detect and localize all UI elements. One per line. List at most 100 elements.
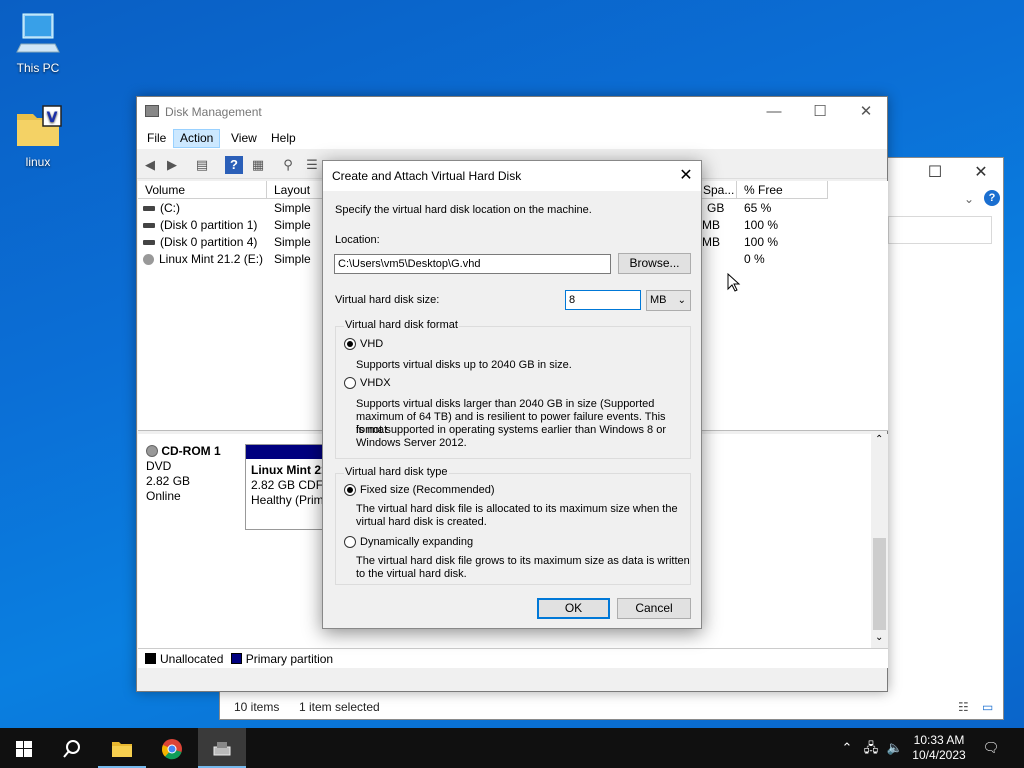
- forward-icon[interactable]: ▶: [163, 156, 181, 174]
- volume-percent: 65 %: [744, 201, 772, 215]
- search-box[interactable]: [888, 216, 992, 244]
- disk-name: CD-ROM 1: [161, 444, 221, 458]
- location-input[interactable]: [334, 254, 611, 274]
- status-bar: 10 items 1 item selected ☷ ▭: [220, 697, 1003, 719]
- cd-drive-icon: [143, 254, 154, 266]
- show-hide-console-icon[interactable]: ▤: [193, 156, 211, 174]
- location-label: Location:: [335, 234, 380, 246]
- legend-primary: Primary partition: [245, 652, 334, 666]
- details-view-icon[interactable]: ☷: [958, 700, 969, 714]
- volume-muted-icon[interactable]: 🔈: [886, 728, 904, 768]
- taskbar-chrome[interactable]: [148, 728, 196, 768]
- vhdx-description-line: Supports virtual disks larger than 2040 …: [356, 398, 655, 410]
- cd-drive-icon: [146, 445, 158, 457]
- volume-layout: Simple: [274, 252, 311, 266]
- fixed-size-label[interactable]: Fixed size (Recommended): [360, 484, 495, 497]
- menu-bar: File Action View Help: [137, 127, 887, 149]
- maximize-icon[interactable]: ☐: [797, 97, 843, 127]
- fixed-size-description-line: The virtual hard disk file is allocated …: [356, 503, 678, 515]
- clock[interactable]: 10:33 AM 10/4/2023: [906, 728, 972, 768]
- browse-button[interactable]: Browse...: [618, 253, 691, 274]
- volume-name: (Disk 0 partition 4): [160, 235, 258, 249]
- drive-icon: [143, 206, 155, 212]
- close-icon[interactable]: ✕: [958, 158, 1004, 188]
- search-button[interactable]: [48, 728, 96, 768]
- menu-file[interactable]: File: [141, 129, 172, 148]
- svg-text:V: V: [47, 110, 58, 126]
- volume-layout: Simple: [274, 201, 311, 215]
- computer-icon: [16, 13, 60, 53]
- tray-overflow-chevron-icon[interactable]: ⌃: [840, 728, 854, 768]
- chrome-icon: [162, 739, 182, 760]
- volume-percent: 100 %: [744, 218, 779, 232]
- volume-percent: 100 %: [744, 235, 779, 249]
- column-header-percent-free[interactable]: % Free: [737, 181, 828, 199]
- chevron-down-icon[interactable]: ⌄: [964, 192, 974, 206]
- column-header-free-space[interactable]: Spa...: [696, 181, 737, 199]
- desktop-icon-label: linux: [25, 155, 51, 169]
- minimize-icon[interactable]: —: [751, 97, 797, 127]
- desktop-icon-linux[interactable]: V linux: [0, 104, 76, 169]
- help-icon[interactable]: ?: [225, 156, 243, 174]
- network-icon[interactable]: 🖧: [862, 728, 880, 768]
- fixed-size-radio[interactable]: [344, 484, 356, 496]
- menu-action[interactable]: Action: [173, 129, 221, 148]
- cancel-button[interactable]: Cancel: [617, 598, 691, 619]
- size-input[interactable]: [565, 290, 641, 310]
- taskbar-file-explorer[interactable]: [98, 728, 146, 768]
- maximize-icon[interactable]: ☐: [912, 158, 958, 188]
- help-icon[interactable]: ?: [984, 190, 1000, 206]
- list-icon[interactable]: ☰: [303, 156, 321, 174]
- close-icon[interactable]: ✕: [843, 97, 889, 127]
- large-icons-view-icon[interactable]: ▭: [982, 700, 993, 714]
- vhd-description: Supports virtual disks up to 2040 GB in …: [356, 359, 572, 371]
- vhdx-description-line: is not supported in operating systems ea…: [356, 424, 666, 436]
- dialog-title: Create and Attach Virtual Hard Disk: [332, 169, 522, 183]
- connect-icon[interactable]: ⚲: [279, 156, 297, 174]
- dynamic-description-line: to the virtual hard disk.: [356, 568, 467, 580]
- close-icon[interactable]: ✕: [671, 161, 701, 191]
- desktop-icon-this-pc[interactable]: This PC: [0, 10, 76, 75]
- legend-bar: Unallocated Primary partition: [138, 648, 888, 668]
- disk-management-app-icon: [145, 105, 159, 117]
- size-unit-value: MB: [650, 294, 667, 306]
- scroll-up-icon[interactable]: ⌃: [875, 434, 883, 445]
- dynamic-label[interactable]: Dynamically expanding: [360, 536, 473, 549]
- volume-layout: Simple: [274, 235, 311, 249]
- column-header-volume[interactable]: Volume: [138, 181, 267, 199]
- vhd-radio[interactable]: [344, 338, 356, 350]
- notifications-icon[interactable]: 🗨: [980, 728, 1002, 768]
- scroll-thumb[interactable]: [873, 538, 886, 630]
- size-unit-select[interactable]: MB ⌄: [646, 290, 691, 311]
- volume-name: (C:): [160, 201, 180, 215]
- drive-icon: [143, 223, 155, 229]
- vhdx-label[interactable]: VHDX: [360, 377, 391, 390]
- dynamic-radio[interactable]: [344, 536, 356, 548]
- volume-free: MB: [702, 218, 720, 232]
- vhd-label[interactable]: VHD: [360, 338, 383, 351]
- primary-swatch: [230, 653, 242, 664]
- scroll-down-icon[interactable]: ⌄: [875, 632, 883, 643]
- mouse-cursor-icon: [727, 273, 741, 292]
- menu-view[interactable]: View: [225, 129, 263, 148]
- window-title: Disk Management: [165, 105, 262, 119]
- vhdx-radio[interactable]: [344, 377, 356, 389]
- disk-type: DVD: [146, 459, 172, 473]
- folder-iso-icon: V: [17, 105, 62, 146]
- back-icon[interactable]: ◀: [141, 156, 159, 174]
- taskbar-disk-management[interactable]: [198, 728, 246, 768]
- menu-help[interactable]: Help: [265, 129, 302, 148]
- start-button[interactable]: [0, 728, 48, 768]
- vertical-scrollbar[interactable]: ⌃ ⌄: [871, 434, 888, 654]
- column-header-layout[interactable]: Layout: [267, 181, 323, 199]
- desktop-icon-label: This PC: [16, 61, 60, 75]
- search-icon: [63, 740, 80, 758]
- format-group-title: Virtual hard disk format: [344, 319, 459, 331]
- type-group-title: Virtual hard disk type: [344, 466, 449, 478]
- type-group: Virtual hard disk type Fixed size (Recom…: [335, 466, 691, 585]
- cdrom-disk-info[interactable]: CD-ROM 1 DVD 2.82 GB Online: [146, 444, 221, 504]
- ok-button[interactable]: OK: [537, 598, 610, 619]
- properties-icon[interactable]: ▦: [249, 156, 267, 174]
- legend-unallocated: Unallocated: [160, 652, 224, 666]
- dynamic-description-line: The virtual hard disk file grows to its …: [356, 555, 690, 567]
